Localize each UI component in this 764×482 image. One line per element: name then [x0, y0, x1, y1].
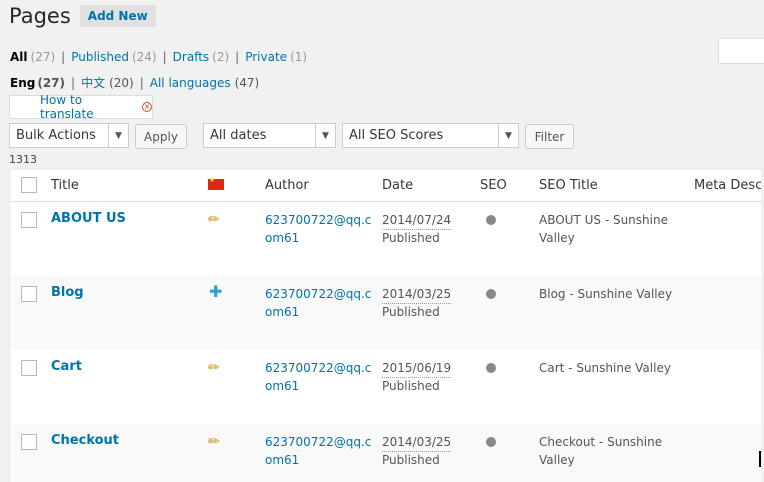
- chevron-down-icon: ▼: [108, 124, 128, 147]
- add-new-button[interactable]: Add New: [79, 5, 156, 27]
- page-title-link[interactable]: Blog: [51, 284, 84, 302]
- language-filter: Eng (27) | 中文 (20) | All languages (47): [10, 74, 260, 91]
- table-row: Blog ✚ 623700722@qq.com61 2014/03/25 Pub…: [10, 276, 761, 350]
- china-flag-icon: [208, 176, 224, 190]
- text-cursor: [759, 451, 761, 467]
- row-checkbox[interactable]: [21, 286, 37, 302]
- author-link[interactable]: 623700722@qq.com61: [265, 359, 375, 395]
- seo-title: ABOUT US - Sunshine Valley: [539, 213, 668, 245]
- page-status: Published: [382, 305, 440, 319]
- pencil-icon[interactable]: ✏: [208, 211, 220, 229]
- table-header: Title Author Date SEO SEO Title Meta Des…: [10, 170, 761, 202]
- row-checkbox[interactable]: [21, 434, 37, 450]
- column-title[interactable]: Title: [51, 178, 79, 193]
- author-link[interactable]: 623700722@qq.com61: [265, 211, 375, 247]
- seo-title: Cart - Sunshine Valley: [539, 361, 671, 375]
- pencil-icon[interactable]: ✏: [208, 433, 220, 451]
- filter-published[interactable]: Published: [71, 50, 129, 64]
- author-link[interactable]: 623700722@qq.com61: [265, 433, 375, 469]
- filter-all[interactable]: All: [10, 50, 28, 64]
- status-filter: All (27) | Published (24) | Drafts (2) | Pr…: [10, 50, 308, 64]
- row-checkbox[interactable]: [21, 360, 37, 376]
- page-status: Published: [382, 231, 440, 245]
- filter-button[interactable]: Filter: [525, 124, 574, 149]
- seo-score-dot: [486, 363, 496, 373]
- dates-select[interactable]: All dates ▼: [203, 123, 336, 148]
- how-to-translate-link[interactable]: How to translate: [40, 93, 138, 121]
- page-date: 2015/06/19: [382, 359, 452, 378]
- filter-drafts[interactable]: Drafts: [173, 50, 210, 64]
- search-input[interactable]: [718, 38, 764, 64]
- chevron-down-icon: ▼: [498, 124, 518, 147]
- seo-scores-select[interactable]: All SEO Scores ▼: [342, 123, 519, 148]
- pages-table: Title Author Date SEO SEO Title Meta Des…: [9, 170, 761, 482]
- page-status: Published: [382, 379, 440, 393]
- page-title-link[interactable]: Checkout: [51, 432, 119, 450]
- table-row: ABOUT US ✏ 623700722@qq.com61 2014/07/24…: [10, 202, 761, 276]
- apply-button[interactable]: Apply: [135, 124, 187, 149]
- close-icon[interactable]: ×: [142, 102, 152, 112]
- author-link[interactable]: 623700722@qq.com61: [265, 285, 375, 321]
- bulk-actions-select[interactable]: Bulk Actions ▼: [9, 123, 129, 148]
- table-row: Cart ✏ 623700722@qq.com61 2015/06/19 Pub…: [10, 350, 761, 424]
- seo-title: Blog - Sunshine Valley: [539, 287, 673, 301]
- column-seo[interactable]: SEO: [480, 178, 507, 193]
- row-checkbox[interactable]: [21, 212, 37, 228]
- page-date: 2014/03/25: [382, 433, 452, 452]
- how-to-translate-notice[interactable]: How to translate ×: [9, 93, 153, 121]
- select-all-checkbox[interactable]: [21, 177, 37, 193]
- page-title-link[interactable]: Cart: [51, 358, 82, 376]
- page-header: Pages Add New: [9, 4, 156, 28]
- lang-eng[interactable]: Eng: [10, 76, 35, 90]
- seo-title: Checkout - Sunshine Valley: [539, 435, 663, 467]
- item-count: 1313: [9, 153, 37, 166]
- column-meta-desc[interactable]: Meta Desc.: [694, 178, 761, 193]
- page-title-link[interactable]: ABOUT US: [51, 210, 126, 228]
- column-date[interactable]: Date: [382, 178, 413, 193]
- lang-chinese[interactable]: 中文: [81, 74, 105, 91]
- plus-icon[interactable]: ✚: [209, 283, 222, 301]
- seo-score-dot: [486, 289, 496, 299]
- page-status: Published: [382, 453, 440, 467]
- seo-score-dot: [486, 215, 496, 225]
- page-title: Pages: [9, 4, 71, 28]
- pencil-icon[interactable]: ✏: [208, 359, 220, 377]
- filter-private[interactable]: Private: [245, 50, 287, 64]
- column-seo-title[interactable]: SEO Title: [539, 178, 598, 193]
- chevron-down-icon: ▼: [315, 124, 335, 147]
- lang-all[interactable]: All languages: [150, 76, 231, 90]
- page-date: 2014/07/24: [382, 211, 452, 230]
- column-author: Author: [265, 178, 309, 193]
- seo-score-dot: [486, 437, 496, 447]
- page-date: 2014/03/25: [382, 285, 452, 304]
- table-row: Checkout ✏ 623700722@qq.com61 2014/03/25…: [10, 424, 761, 482]
